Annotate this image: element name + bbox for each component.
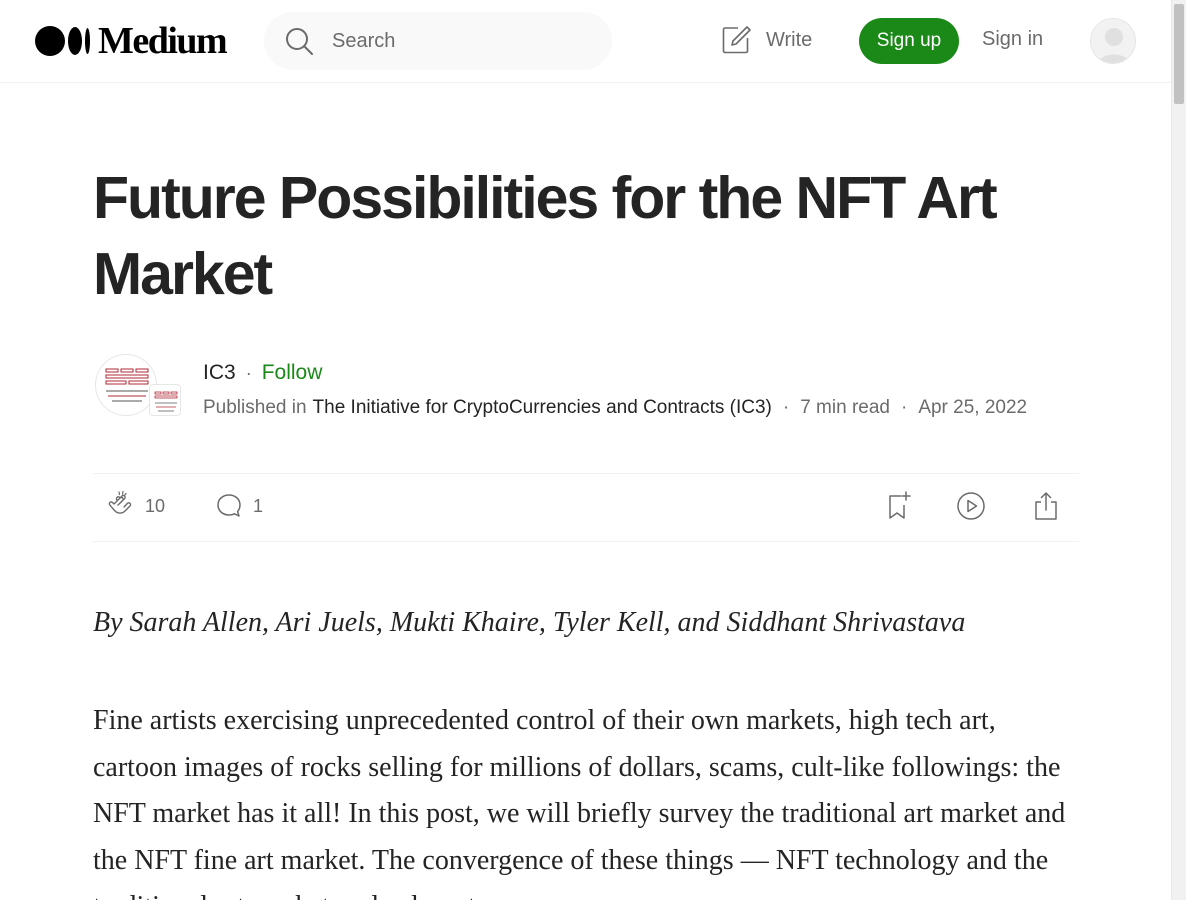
page-scrollbar[interactable] — [1171, 0, 1186, 900]
ic3-logo-image — [105, 368, 149, 402]
bookmark-icon — [889, 491, 911, 519]
article-title: Future Possibilities for the NFT Art Mar… — [93, 165, 998, 307]
article-meta: Published in The Initiative for CryptoCu… — [203, 397, 1027, 419]
medium-logo-text: Medium — [98, 20, 228, 62]
response-icon — [217, 494, 241, 517]
article-action-bar: 10 1 — [93, 473, 1079, 542]
bookmark-button[interactable] — [883, 490, 915, 522]
publish-date: Apr 25, 2022 — [918, 397, 1028, 418]
article-byline: By Sarah Allen, Ari Juels, Mukti Khaire,… — [93, 607, 966, 638]
separator-dot: · — [782, 397, 790, 418]
scrollbar-thumb[interactable] — [1174, 4, 1184, 104]
search-icon — [286, 28, 313, 55]
author-avatar[interactable] — [95, 354, 157, 416]
top-navigation: Medium Write Sign up Sign in — [0, 0, 1171, 83]
write-label: Write — [766, 28, 813, 51]
sign-up-button[interactable]: Sign up — [859, 18, 959, 64]
publication-logo-image — [154, 391, 178, 412]
write-icon — [722, 26, 751, 54]
clap-icon — [108, 490, 132, 514]
sign-in-link[interactable]: Sign in — [982, 28, 1043, 51]
separator-dot: · — [900, 397, 908, 418]
responses-button[interactable]: 1 — [213, 490, 263, 522]
listen-button[interactable] — [955, 490, 987, 522]
publication-link[interactable]: The Initiative for CryptoCurrencies and … — [313, 397, 772, 419]
search-input[interactable] — [332, 26, 592, 56]
share-button[interactable] — [1030, 490, 1062, 522]
separator-dot: · — [245, 362, 252, 383]
play-icon — [957, 492, 985, 520]
search-bar[interactable] — [264, 12, 612, 70]
medium-logo[interactable]: Medium — [35, 20, 228, 62]
published-in-label: Published in — [203, 397, 307, 418]
author-name[interactable]: IC3 — [203, 361, 236, 385]
user-avatar-button[interactable] — [1090, 18, 1136, 64]
share-icon — [1035, 492, 1057, 520]
follow-button[interactable]: Follow — [262, 361, 323, 385]
clap-count: 10 — [145, 495, 166, 516]
response-count: 1 — [253, 495, 264, 516]
publication-avatar[interactable] — [149, 384, 181, 416]
write-button[interactable]: Write — [720, 24, 812, 56]
medium-logo-mark — [35, 26, 90, 56]
article-paragraph: Fine artists exercising unprecedented co… — [93, 705, 1066, 900]
author-line: IC3 · Follow — [203, 361, 322, 385]
read-time: 7 min read — [800, 397, 890, 418]
clap-button[interactable]: 10 — [105, 490, 165, 522]
user-avatar-icon — [1091, 19, 1135, 63]
